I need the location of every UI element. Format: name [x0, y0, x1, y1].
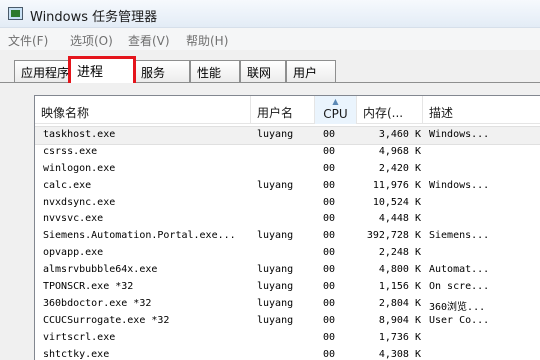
process-name-cell: opvapp.exe	[43, 247, 104, 259]
menu-view[interactable]: 查看(V)	[128, 32, 170, 49]
process-description-cell: On scre...	[429, 281, 490, 293]
process-memory-cell: 4,308 K	[378, 348, 421, 360]
tab-services[interactable]: 服务	[134, 60, 190, 82]
table-row[interactable]: nvxdsync.exe 00 10,524 K	[35, 195, 540, 212]
process-description-cell: 360浏览...	[429, 301, 486, 313]
tab-strip: 应用程序 进程 服务 性能 联网 用户	[0, 50, 540, 83]
process-description-cell: Siemens...	[429, 230, 490, 242]
process-cpu-cell: 00	[323, 162, 336, 174]
process-description-cell: Automat...	[429, 264, 490, 276]
process-cpu-cell: 00	[323, 314, 336, 326]
menu-bar: 文件(F) 选项(O) 查看(V) 帮助(H)	[0, 28, 540, 50]
table-row[interactable]: nvvsvc.exe 00 4,448 K	[35, 211, 540, 228]
process-name-cell: TPONSCR.exe *32	[43, 281, 134, 293]
title-bar: Windows 任务管理器	[0, 0, 540, 28]
process-cpu-cell: 00	[323, 264, 336, 276]
process-memory-cell: 1,156 K	[378, 281, 421, 293]
table-row[interactable]: winlogon.exe 00 2,420 K	[35, 161, 540, 178]
process-user-cell: luyang	[257, 297, 294, 309]
process-memory-cell: 2,420 K	[378, 162, 421, 174]
process-memory-cell: 392,728 K	[366, 230, 421, 242]
menu-help[interactable]: 帮助(H)	[186, 32, 228, 49]
column-header-description[interactable]: 描述	[423, 96, 540, 124]
process-name-cell: CCUCSurrogate.exe *32	[43, 314, 170, 326]
process-user-cell: luyang	[257, 314, 294, 326]
column-header-memory[interactable]: 内存(...	[357, 96, 423, 124]
table-row[interactable]: calc.exe luyang 00 11,976 K Windows...	[35, 178, 540, 195]
process-name-cell: nvvsvc.exe	[43, 213, 104, 225]
process-name-cell: almsrvbubble64x.exe	[43, 264, 158, 276]
process-description-cell: Windows...	[429, 179, 490, 191]
process-memory-cell: 8,904 K	[378, 314, 421, 326]
task-manager-icon	[8, 7, 23, 20]
table-row[interactable]: almsrvbubble64x.exe luyang 00 4,800 K Automa…	[35, 262, 540, 279]
column-header-cpu[interactable]: ▲ CPU	[315, 96, 357, 124]
process-cpu-cell: 00	[323, 348, 336, 360]
column-header-user-name[interactable]: 用户名	[251, 96, 315, 124]
process-name-cell: nvxdsync.exe	[43, 196, 116, 208]
process-cpu-cell: 00	[323, 129, 336, 140]
process-cpu-cell: 00	[323, 247, 336, 259]
process-cpu-cell: 00	[323, 281, 336, 293]
process-name-cell: taskhost.exe	[43, 129, 116, 140]
tab-processes[interactable]: 进程	[68, 56, 136, 83]
process-cpu-cell: 00	[323, 179, 336, 191]
process-cpu-cell: 00	[323, 297, 336, 309]
menu-options[interactable]: 选项(O)	[70, 32, 113, 49]
process-description-cell: Windows...	[429, 129, 490, 140]
process-memory-cell: 3,460 K	[378, 129, 421, 140]
process-user-cell: luyang	[257, 230, 294, 242]
process-user-cell: luyang	[257, 264, 294, 276]
sort-ascending-icon: ▲	[332, 97, 339, 106]
process-cpu-cell: 00	[323, 331, 336, 343]
process-memory-cell: 10,524 K	[372, 196, 421, 208]
process-rows: taskhost.exe luyang 00 3,460 K Windows... csr…	[35, 126, 540, 360]
process-memory-cell: 11,976 K	[372, 179, 421, 191]
table-row[interactable]: TPONSCR.exe *32 luyang 00 1,156 K On scre...	[35, 279, 540, 296]
process-user-cell: luyang	[257, 179, 294, 191]
process-memory-cell: 4,800 K	[378, 264, 421, 276]
tab-networking[interactable]: 联网	[240, 60, 286, 82]
tab-users[interactable]: 用户	[286, 60, 336, 82]
table-row[interactable]: Siemens.Automation.Portal.exe... luyang 00…	[35, 228, 540, 245]
process-cpu-cell: 00	[323, 230, 336, 242]
table-row[interactable]: 360bdoctor.exe *32 luyang 00 2,804 K 360浏览..…	[35, 296, 540, 313]
process-memory-cell: 4,968 K	[378, 145, 421, 157]
table-row[interactable]: CCUCSurrogate.exe *32 luyang 00 8,904 K User…	[35, 313, 540, 330]
process-memory-cell: 4,448 K	[378, 213, 421, 225]
process-name-cell: virtscrl.exe	[43, 331, 116, 343]
table-row[interactable]: shtctky.exe 00 4,308 K	[35, 347, 540, 360]
processes-panel: 映像名称 用户名 ▲ CPU 内存(... 描述 taskhost.exe luy…	[0, 82, 540, 360]
table-row[interactable]: virtscrl.exe 00 1,736 K	[35, 330, 540, 347]
process-user-cell: luyang	[257, 281, 294, 293]
process-name-cell: Siemens.Automation.Portal.exe...	[43, 230, 236, 242]
process-memory-cell: 2,804 K	[378, 297, 421, 309]
table-row[interactable]: taskhost.exe luyang 00 3,460 K Windows...	[35, 126, 540, 145]
process-name-cell: csrss.exe	[43, 145, 98, 157]
process-cpu-cell: 00	[323, 145, 336, 157]
process-name-cell: shtctky.exe	[43, 348, 110, 360]
process-list[interactable]: 映像名称 用户名 ▲ CPU 内存(... 描述 taskhost.exe luy…	[34, 95, 540, 360]
menu-file[interactable]: 文件(F)	[8, 32, 48, 49]
process-memory-cell: 1,736 K	[378, 331, 421, 343]
column-header-cpu-label: CPU	[323, 107, 348, 121]
table-row[interactable]: csrss.exe 00 4,968 K	[35, 144, 540, 161]
process-name-cell: 360bdoctor.exe *32	[43, 297, 152, 309]
process-cpu-cell: 00	[323, 196, 336, 208]
process-user-cell: luyang	[257, 129, 294, 140]
window-title: Windows 任务管理器	[30, 10, 158, 25]
tab-performance[interactable]: 性能	[190, 60, 240, 82]
process-name-cell: calc.exe	[43, 179, 92, 191]
process-cpu-cell: 00	[323, 213, 336, 225]
process-name-cell: winlogon.exe	[43, 162, 116, 174]
process-description-cell: User Co...	[429, 314, 490, 326]
process-memory-cell: 2,248 K	[378, 247, 421, 259]
table-row[interactable]: opvapp.exe 00 2,248 K	[35, 245, 540, 262]
column-header-image-name[interactable]: 映像名称	[35, 96, 251, 124]
column-header-row: 映像名称 用户名 ▲ CPU 内存(... 描述	[35, 96, 540, 124]
